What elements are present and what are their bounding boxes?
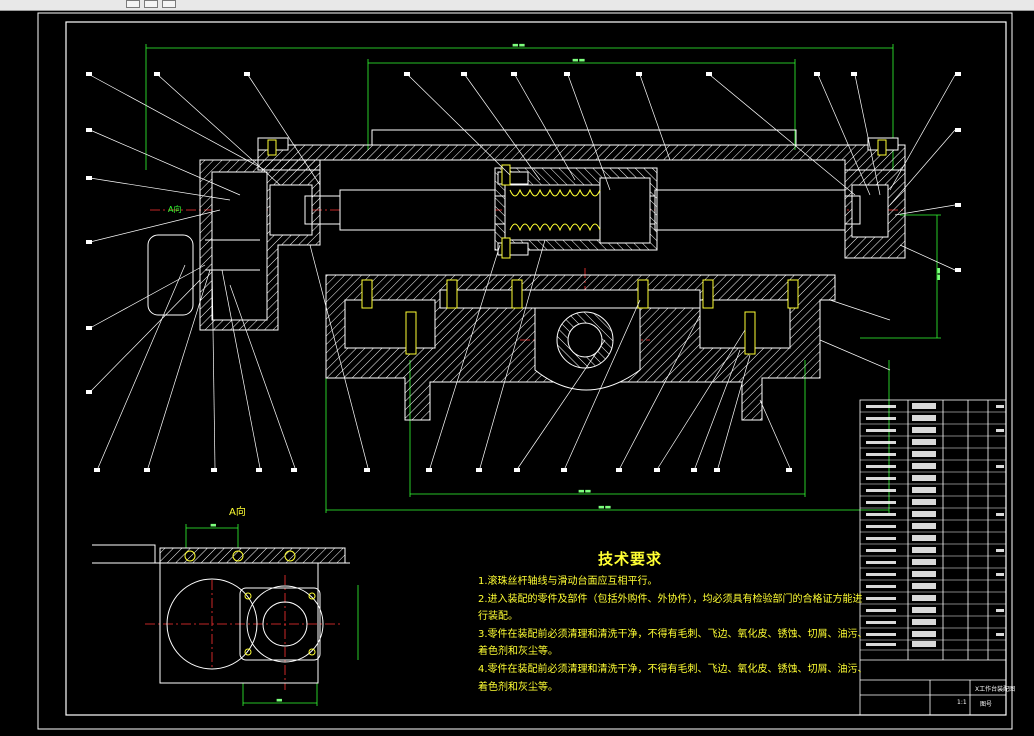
minimize-button[interactable] [126, 0, 140, 8]
restore-button[interactable] [144, 0, 158, 8]
cad-drawing-viewport[interactable]: ▬▬ ▬▬ ▬▬ ▬▬ ▬▬ ▬ ▬ A向 A向 技术要求 1.滚珠丝杆轴线与滑… [0, 0, 1034, 736]
parts-list [859, 399, 1007, 716]
requirement-line: 2.进入装配的零件及部件（包括外购件、外协件），均必须具有检验部门的合格证方能进 [478, 593, 863, 605]
parts-list-cells [866, 403, 1004, 647]
technical-requirements-title: 技术要求 [598, 550, 663, 568]
dim-table-length: ▬▬ [572, 56, 586, 64]
requirement-line: 3.零件在装配前必须清理和清洗干净，不得有毛刺、飞边、氧化皮、锈蚀、切屑、油污、 [478, 628, 868, 640]
parts-list-rows [860, 411, 1006, 651]
dim-base-overall: ▬▬ [598, 503, 612, 511]
side-view-marker: A向 [168, 205, 182, 214]
dim-base-inner: ▬▬ [578, 487, 592, 495]
base-body [325, 274, 836, 421]
worktable-top [257, 129, 906, 171]
requirement-line: 行装配。 [478, 611, 518, 623]
scale-value: 1:1 [957, 699, 967, 706]
view-a-label: A向 [229, 507, 246, 518]
technical-requirements: 1.滚珠丝杆轴线与滑动台面应互相平行。 2.进入装配的零件及部件（包括外购件、外… [478, 573, 868, 696]
ball-nut [494, 167, 658, 256]
dim-flange-width: ▬ [276, 696, 283, 704]
left-bearing-housing [147, 159, 321, 331]
close-button[interactable] [162, 0, 176, 8]
dim-height: ▬▬ [934, 267, 943, 281]
dim-bolt-pitch: ▬ [210, 521, 217, 529]
right-bearing-housing [844, 169, 906, 259]
a-view-drawing [92, 544, 350, 684]
requirement-line: 1.滚珠丝杆轴线与滑动台面应互相平行。 [478, 576, 658, 587]
drawing-title: X工作台装配图 [975, 686, 1016, 693]
sheet-number-label: 图号 [980, 701, 993, 708]
requirement-line: 着色剂和灰尘等。 [478, 646, 558, 658]
requirement-line: 着色剂和灰尘等。 [478, 681, 558, 693]
dim-overall-length: ▬▬ [512, 41, 526, 49]
requirement-line: 4.零件在装配前必须清理和清洗干净，不得有毛刺、飞边、氧化皮、锈蚀、切屑、油污、 [478, 663, 868, 675]
window-titlebar [0, 0, 1034, 11]
